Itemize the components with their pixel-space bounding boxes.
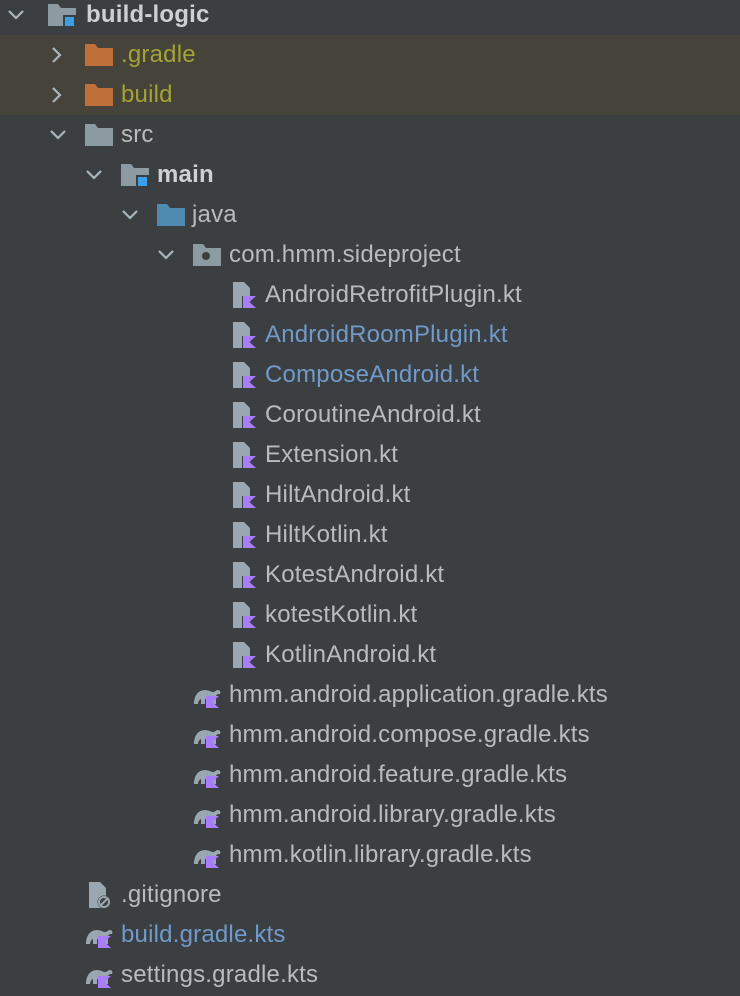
- kotlin-file-icon: [228, 440, 260, 470]
- excluded-folder-icon: [83, 80, 115, 110]
- tree-label: hmm.android.feature.gradle.kts: [229, 761, 568, 788]
- tree-label: AndroidRoomPlugin.kt: [265, 321, 508, 348]
- kotlin-file-icon: [228, 640, 260, 670]
- chevron-down-icon[interactable]: [46, 120, 70, 150]
- module-folder-icon: [46, 0, 78, 30]
- source-folder-icon: [155, 200, 187, 230]
- gradle-kts-icon: [191, 840, 223, 870]
- tree-row-kotlin-file[interactable]: Extension.kt: [0, 435, 740, 475]
- tree-row-java[interactable]: java: [0, 195, 740, 235]
- tree-label: AndroidRetrofitPlugin.kt: [265, 281, 522, 308]
- tree-row-kotlin-file[interactable]: KotestAndroid.kt: [0, 555, 740, 595]
- gradle-kts-icon: [83, 960, 115, 990]
- tree-label: HiltKotlin.kt: [265, 521, 388, 548]
- chevron-right-icon[interactable]: [44, 80, 68, 110]
- tree-row-gradle-script[interactable]: hmm.android.application.gradle.kts: [0, 675, 740, 715]
- kotlin-file-icon: [228, 520, 260, 550]
- tree-row-gradle-script[interactable]: hmm.android.library.gradle.kts: [0, 795, 740, 835]
- gradle-kts-icon: [83, 920, 115, 950]
- tree-row-kotlin-file[interactable]: AndroidRetrofitPlugin.kt: [0, 275, 740, 315]
- tree-label: com.hmm.sideproject: [229, 241, 461, 268]
- tree-label: KotlinAndroid.kt: [265, 641, 437, 668]
- tree-label: kotestKotlin.kt: [265, 601, 418, 628]
- tree-label: ComposeAndroid.kt: [265, 361, 480, 388]
- tree-label: hmm.android.application.gradle.kts: [229, 681, 608, 708]
- tree-row-build-gradle[interactable]: build.gradle.kts: [0, 915, 740, 955]
- tree-row-kotlin-file[interactable]: KotlinAndroid.kt: [0, 635, 740, 675]
- kotlin-file-icon: [228, 400, 260, 430]
- tree-row-kotlin-file[interactable]: CoroutineAndroid.kt: [0, 395, 740, 435]
- tree-label: java: [192, 201, 237, 228]
- gradle-kts-icon: [191, 800, 223, 830]
- tree-row-package[interactable]: com.hmm.sideproject: [0, 235, 740, 275]
- tree-row-main[interactable]: main: [0, 155, 740, 195]
- chevron-down-icon[interactable]: [4, 0, 28, 30]
- tree-label: .gradle: [121, 41, 196, 68]
- kotlin-file-icon: [228, 360, 260, 390]
- tree-label: build.gradle.kts: [121, 921, 286, 948]
- chevron-down-icon[interactable]: [82, 160, 106, 190]
- tree-label: build: [121, 81, 173, 108]
- gradle-kts-icon: [191, 720, 223, 750]
- tree-row-kotlin-file[interactable]: HiltAndroid.kt: [0, 475, 740, 515]
- tree-row-kotlin-file[interactable]: ComposeAndroid.kt: [0, 355, 740, 395]
- kotlin-file-icon: [228, 280, 260, 310]
- chevron-down-icon[interactable]: [154, 240, 178, 270]
- tree-row-gradle-script[interactable]: hmm.android.feature.gradle.kts: [0, 755, 740, 795]
- tree-row-kotlin-file[interactable]: AndroidRoomPlugin.kt: [0, 315, 740, 355]
- tree-row-kotlin-file[interactable]: HiltKotlin.kt: [0, 515, 740, 555]
- tree-row-build[interactable]: build: [0, 75, 740, 115]
- tree-row-kotlin-file[interactable]: kotestKotlin.kt: [0, 595, 740, 635]
- tree-row-gradle-script[interactable]: hmm.kotlin.library.gradle.kts: [0, 835, 740, 875]
- tree-row-gitignore[interactable]: .gitignore: [0, 875, 740, 915]
- tree-row-src[interactable]: src: [0, 115, 740, 155]
- tree-label: main: [157, 161, 214, 188]
- tree-row-settings-gradle[interactable]: settings.gradle.kts: [0, 955, 740, 995]
- module-folder-icon: [119, 160, 151, 190]
- project-tree: build-logic .gradle build src main java …: [0, 0, 740, 996]
- folder-icon: [83, 120, 115, 150]
- tree-label: settings.gradle.kts: [121, 961, 319, 988]
- kotlin-file-icon: [228, 560, 260, 590]
- tree-row-gradle-script[interactable]: hmm.android.compose.gradle.kts: [0, 715, 740, 755]
- package-icon: [191, 240, 223, 270]
- tree-row-gradle[interactable]: .gradle: [0, 35, 740, 75]
- gradle-kts-icon: [191, 760, 223, 790]
- tree-label: Extension.kt: [265, 441, 399, 468]
- tree-label: src: [121, 121, 154, 148]
- kotlin-file-icon: [228, 600, 260, 630]
- tree-label: .gitignore: [121, 881, 222, 908]
- tree-label: CoroutineAndroid.kt: [265, 401, 481, 428]
- kotlin-file-icon: [228, 320, 260, 350]
- chevron-down-icon[interactable]: [118, 200, 142, 230]
- tree-label: hmm.kotlin.library.gradle.kts: [229, 841, 532, 868]
- tree-label: KotestAndroid.kt: [265, 561, 445, 588]
- ignore-file-icon: [83, 880, 115, 910]
- tree-row-build-logic[interactable]: build-logic: [0, 0, 740, 35]
- tree-label: hmm.android.compose.gradle.kts: [229, 721, 590, 748]
- tree-label: hmm.android.library.gradle.kts: [229, 801, 557, 828]
- gradle-kts-icon: [191, 680, 223, 710]
- kotlin-file-icon: [228, 480, 260, 510]
- tree-label: HiltAndroid.kt: [265, 481, 411, 508]
- chevron-right-icon[interactable]: [44, 40, 68, 70]
- excluded-folder-icon: [83, 40, 115, 70]
- tree-label: build-logic: [86, 1, 210, 28]
